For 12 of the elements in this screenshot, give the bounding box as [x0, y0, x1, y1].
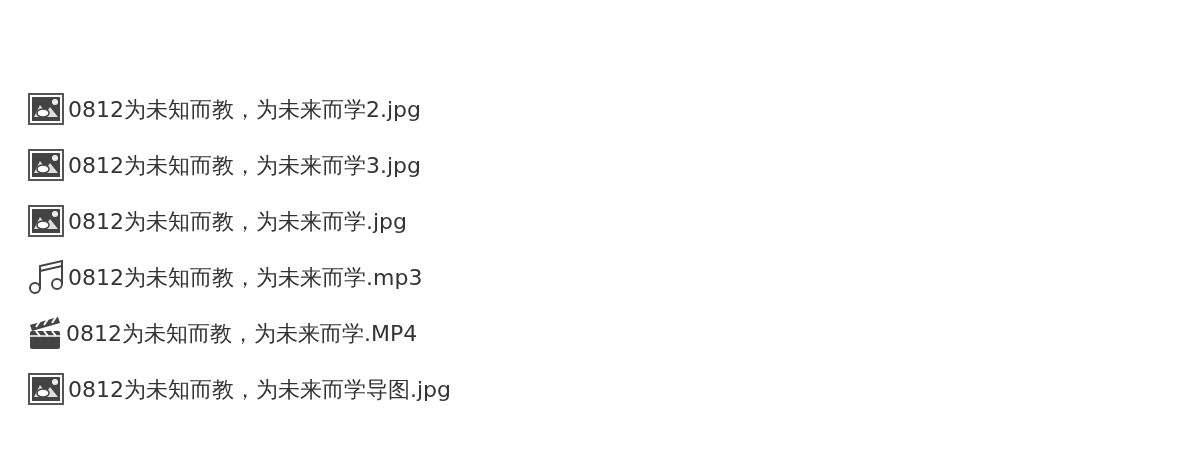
- file-name[interactable]: 0812为未知而教，为未来而学.MP4: [66, 316, 418, 350]
- file-name[interactable]: 0812为未知而教，为未来而学.mp3: [68, 260, 423, 294]
- image-file-icon: [28, 373, 64, 405]
- image-file-icon: [28, 149, 64, 181]
- music-note-icon: [28, 259, 64, 295]
- image-file-icon: [28, 93, 64, 125]
- file-name[interactable]: 0812为未知而教，为未来而学2.jpg: [68, 92, 422, 126]
- clapperboard-icon: [28, 315, 62, 351]
- image-file-icon: [28, 205, 64, 237]
- file-name[interactable]: 0812为未知而教，为未来而学导图.jpg: [68, 372, 452, 406]
- file-name[interactable]: 0812为未知而教，为未来而学3.jpg: [68, 148, 422, 182]
- file-name[interactable]: 0812为未知而教，为未来而学.jpg: [68, 204, 408, 238]
